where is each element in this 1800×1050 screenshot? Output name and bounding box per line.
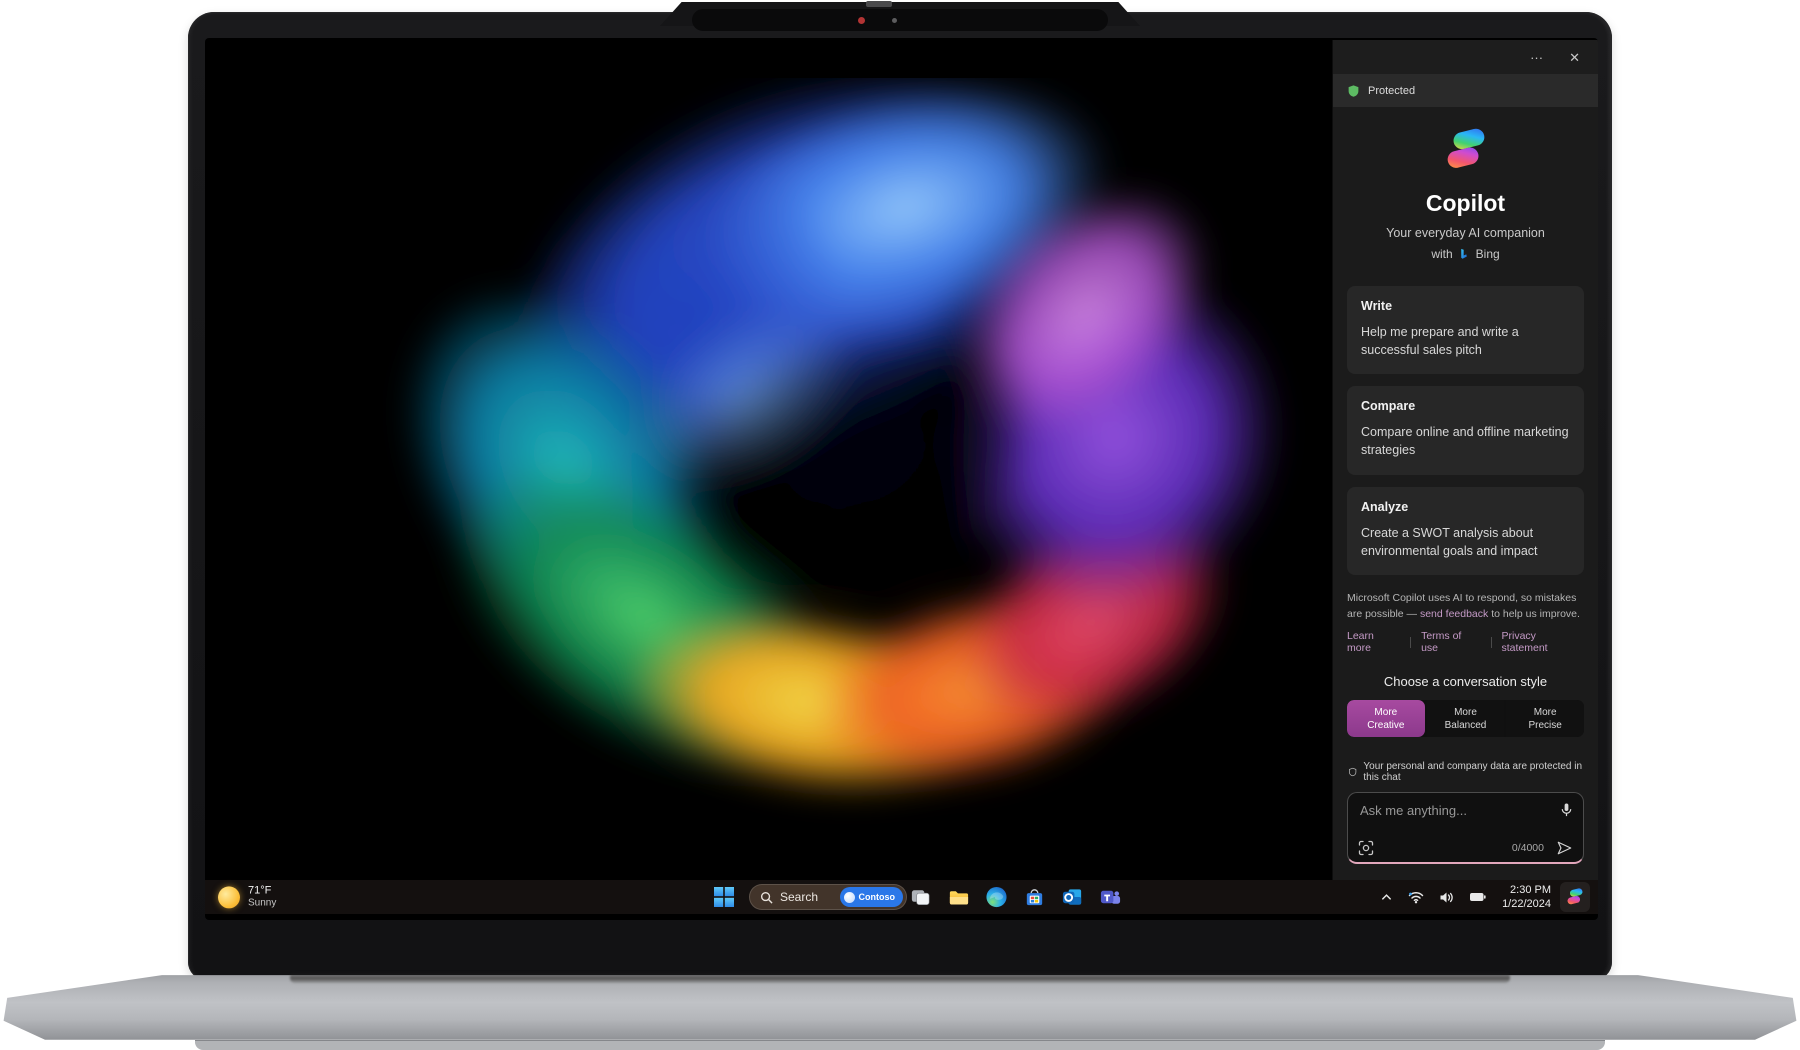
battery-icon [1469,891,1486,903]
weather-widget[interactable]: 71°F Sunny [218,884,276,909]
laptop-base-foot [195,1041,1605,1050]
camera-strip [692,9,1108,31]
clock-time: 2:30 PM [1502,883,1551,897]
taskbar: 71°F Sunny [205,880,1598,914]
style-more-precise[interactable]: More Precise [1506,700,1584,737]
wifi-icon [1408,890,1424,904]
keyboard-gap [290,972,1510,983]
sunny-weather-icon [218,886,240,908]
conversation-style-heading: Choose a conversation style [1333,674,1598,689]
bing-logo-icon [1458,248,1471,261]
send-feedback-link[interactable]: send feedback [1420,608,1488,620]
conversation-style-group: More Creative More Balanced More Precise [1347,700,1584,737]
visual-search-button[interactable] [1358,840,1374,856]
visual-search-icon [1358,840,1374,856]
privacy-shield-icon [1348,766,1357,778]
close-icon[interactable]: ✕ [1569,51,1580,64]
chevron-up-icon [1380,891,1393,903]
privacy-statement-link[interactable]: Privacy statement [1501,630,1584,654]
volume-button[interactable] [1436,888,1457,907]
privacy-note-row: Your personal and company data are prote… [1347,761,1584,783]
card-title: Compare [1361,399,1570,413]
card-title: Analyze [1361,500,1570,514]
search-icon [760,891,773,904]
protected-banner: Protected [1333,74,1598,107]
chat-input[interactable] [1360,803,1545,835]
microsoft-store-icon [1023,886,1046,909]
microphone-icon [1559,802,1574,818]
copilot-panel: ··· ✕ Protected Copilot Your everyday AI… [1333,40,1598,880]
ai-disclaimer: Microsoft Copilot uses AI to respond, so… [1347,591,1584,623]
laptop-screen: 71°F Sunny [205,38,1598,920]
send-icon [1556,840,1573,856]
suggestion-card-compare[interactable]: Compare Compare online and offline marke… [1347,386,1584,474]
card-body: Compare online and offline marketing str… [1361,423,1570,459]
protected-label: Protected [1368,85,1415,97]
style-more-creative[interactable]: More Creative [1347,700,1425,737]
camera-tab [866,1,892,7]
search-box[interactable]: Search Contoso [749,884,907,910]
file-explorer-icon [947,886,970,909]
outlook-icon [1061,886,1084,909]
laptop-mockup: 71°F Sunny [0,0,1800,1050]
edge-button[interactable] [983,884,1010,911]
char-counter: 0/4000 [1512,842,1544,854]
outlook-button[interactable] [1059,884,1086,911]
chat-input-box: 0/4000 [1347,792,1584,864]
weather-condition: Sunny [248,898,276,910]
learn-more-link[interactable]: Learn more [1347,630,1400,654]
contoso-badge[interactable]: Contoso [840,887,904,907]
send-button[interactable] [1556,840,1573,856]
card-title: Write [1361,299,1570,313]
clock-date: 1/22/2024 [1502,897,1551,911]
card-body: Help me prepare and write a successful s… [1361,323,1570,359]
terms-of-use-link[interactable]: Terms of use [1421,630,1480,654]
privacy-note: Your personal and company data are prote… [1363,761,1584,783]
wallpaper-bloom-image [315,78,1475,898]
search-placeholder: Search [780,890,833,904]
divider [1410,637,1411,648]
tray-chevron-button[interactable] [1377,888,1396,906]
wifi-button[interactable] [1405,887,1427,907]
shield-icon [1347,84,1360,98]
task-view-button[interactable] [907,884,934,911]
divider [1491,637,1492,648]
copilot-logo [1439,123,1493,177]
with-bing-row: with Bing [1333,247,1598,261]
suggestion-card-write[interactable]: Write Help me prepare and write a succes… [1347,286,1584,374]
start-button[interactable] [711,884,737,910]
weather-temperature: 71°F [248,884,276,897]
panel-titlebar: ··· ✕ [1333,40,1598,74]
speaker-icon [1439,891,1454,904]
copilot-logo-icon [1564,886,1586,908]
teams-button[interactable] [1097,884,1124,911]
contoso-logo-icon [844,892,855,903]
panel-subtitle: Your everyday AI companion [1333,226,1598,240]
style-more-balanced[interactable]: More Balanced [1427,700,1505,737]
clock-widget[interactable]: 2:30 PM 1/22/2024 [1502,883,1551,912]
more-options-icon[interactable]: ··· [1530,51,1543,64]
card-body: Create a SWOT analysis about environment… [1361,524,1570,560]
edge-browser-icon [985,886,1008,909]
task-view-icon [909,886,932,909]
webcam-lens [892,18,897,23]
camera-led [858,17,865,24]
teams-icon [1099,886,1122,909]
suggestion-card-analyze[interactable]: Analyze Create a SWOT analysis about env… [1347,487,1584,575]
copilot-taskbar-button[interactable] [1560,882,1590,912]
windows-logo-icon [714,887,734,907]
panel-title: Copilot [1333,190,1598,217]
microsoft-store-button[interactable] [1021,884,1048,911]
battery-button[interactable] [1466,888,1489,906]
file-explorer-button[interactable] [945,884,972,911]
microphone-button[interactable] [1559,802,1574,823]
